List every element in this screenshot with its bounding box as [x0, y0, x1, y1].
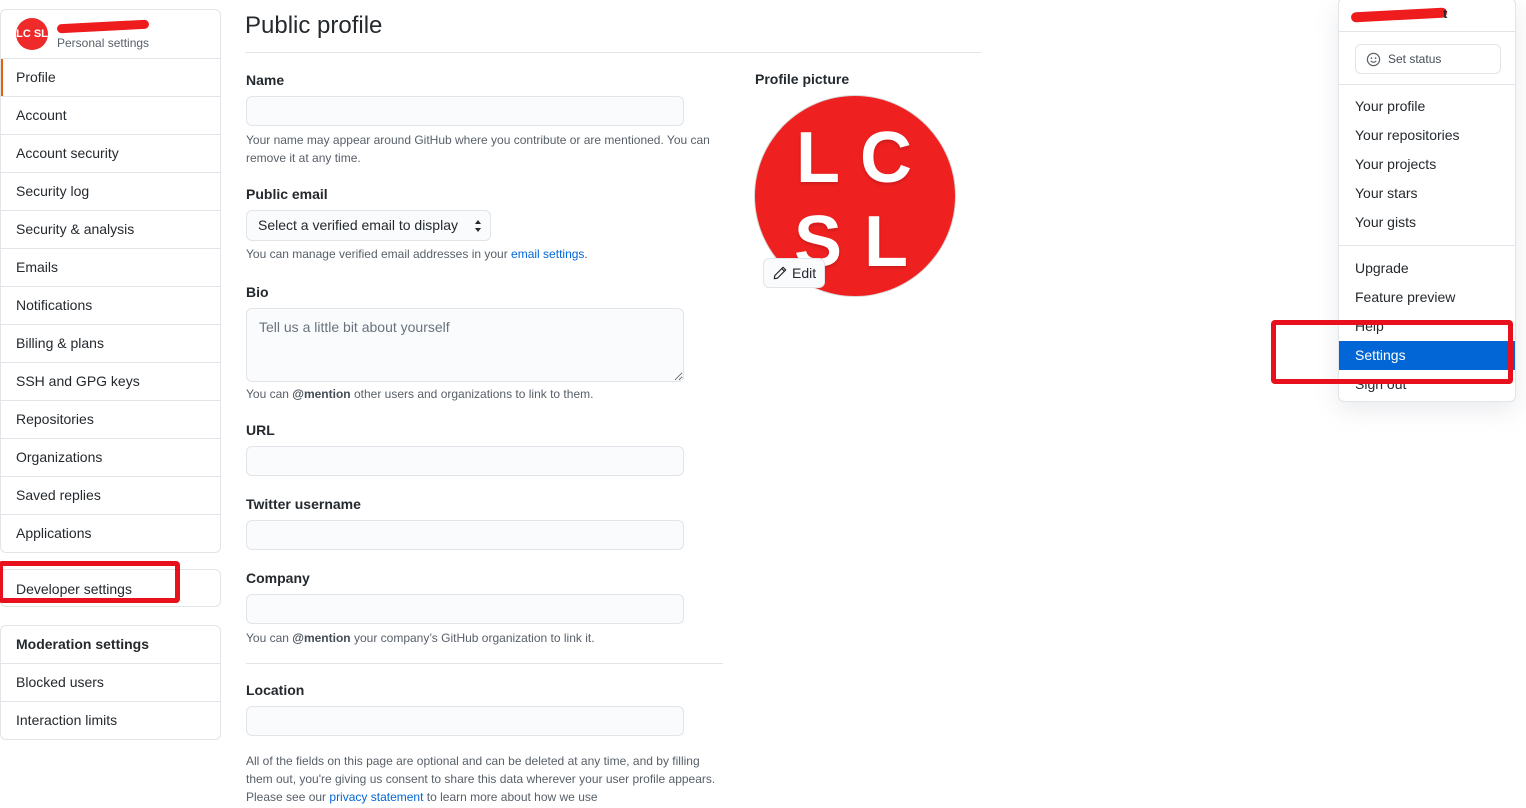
menu-your-gists[interactable]: Your gists	[1339, 208, 1515, 237]
name-input[interactable]	[246, 96, 684, 126]
developer-settings-box: Developer settings	[0, 569, 221, 607]
public-email-note: You can manage verified email addresses …	[246, 245, 588, 263]
email-settings-link[interactable]: email settings	[511, 247, 584, 261]
redacted-username	[1350, 7, 1448, 23]
public-email-note-text: You can manage verified email addresses …	[246, 247, 512, 261]
edit-button-label: Edit	[792, 265, 817, 281]
profile-picture-label: Profile picture	[755, 71, 850, 87]
title-divider	[245, 52, 981, 53]
sidebar-item-notifications[interactable]: Notifications	[1, 287, 220, 325]
pencil-icon	[773, 266, 787, 280]
bio-note-mention: @mention	[292, 387, 351, 401]
sidebar-item-saved-replies[interactable]: Saved replies	[1, 477, 220, 515]
sidebar-item-repositories[interactable]: Repositories	[1, 401, 220, 439]
avatar-letter: L	[796, 118, 840, 198]
smiley-icon	[1366, 52, 1381, 67]
sidebar-item-emails[interactable]: Emails	[1, 249, 220, 287]
sidebar-item-interaction-limits[interactable]: Interaction limits	[1, 702, 220, 739]
redacted-username	[56, 19, 150, 34]
name-label: Name	[246, 72, 285, 88]
privacy-statement-link[interactable]: privacy statement	[329, 790, 423, 804]
company-label: Company	[246, 570, 310, 586]
sidebar-item-billing[interactable]: Billing & plans	[1, 325, 220, 363]
location-input[interactable]	[246, 706, 684, 736]
name-note: Your name may appear around GitHub where…	[246, 133, 710, 165]
moderation-settings-box: Moderation settings Blocked users Intera…	[0, 625, 221, 740]
menu-sign-out[interactable]: Sign out	[1339, 370, 1515, 399]
page-title: Public profile	[245, 12, 383, 39]
company-note-suffix: your company’s GitHub organization to li…	[350, 631, 595, 645]
avatar-letter: C	[860, 118, 912, 198]
dropdown-divider	[1339, 31, 1515, 32]
sidebar-item-blocked-users[interactable]: Blocked users	[1, 664, 220, 702]
twitter-input[interactable]	[246, 520, 684, 550]
avatar-initials: LC SL	[16, 27, 48, 40]
public-email-label: Public email	[246, 186, 328, 202]
section-divider	[246, 663, 723, 664]
dropdown-divider	[1339, 84, 1515, 85]
public-email-note-suffix: .	[584, 247, 588, 261]
twitter-label: Twitter username	[246, 496, 361, 512]
menu-help[interactable]: Help	[1339, 312, 1515, 341]
moderation-heading: Moderation settings	[1, 626, 220, 664]
select-arrows-icon	[475, 220, 481, 232]
bio-note-suffix: other users and organizations to link to…	[350, 387, 594, 401]
bio-textarea[interactable]	[246, 308, 684, 382]
bio-label: Bio	[246, 284, 269, 300]
settings-header: LC SL Personal settings	[1, 10, 220, 59]
dropdown-divider	[1339, 245, 1515, 246]
company-note-text: You can	[246, 631, 293, 645]
sidebar-item-profile[interactable]: Profile	[1, 59, 220, 97]
sidebar-item-security-log[interactable]: Security log	[1, 173, 220, 211]
sidebar-item-applications[interactable]: Applications	[1, 515, 220, 552]
company-note: You can @mention your company’s GitHub o…	[246, 629, 595, 647]
public-email-select[interactable]: Select a verified email to display	[246, 210, 491, 241]
location-label: Location	[246, 682, 305, 698]
sidebar-item-developer-settings[interactable]: Developer settings	[1, 570, 220, 606]
menu-your-stars[interactable]: Your stars	[1339, 179, 1515, 208]
sidebar-item-ssh-gpg-keys[interactable]: SSH and GPG keys	[1, 363, 220, 401]
sidebar-item-account[interactable]: Account	[1, 97, 220, 135]
company-input[interactable]	[246, 594, 684, 624]
footer-note: All of the fields on this page are optio…	[246, 752, 716, 806]
menu-settings[interactable]: Settings	[1339, 341, 1515, 370]
bio-note-text: You can	[246, 387, 293, 401]
company-note-mention: @mention	[292, 631, 351, 645]
menu-your-profile[interactable]: Your profile	[1339, 92, 1515, 121]
set-status-button[interactable]: Set status	[1355, 44, 1501, 74]
dropdown-username-tail: t	[1443, 6, 1448, 21]
public-email-selected: Select a verified email to display	[258, 217, 458, 233]
url-label: URL	[246, 422, 275, 438]
settings-menu: LC SL Personal settings Profile Account …	[0, 9, 221, 553]
menu-upgrade[interactable]: Upgrade	[1339, 254, 1515, 283]
bio-note: You can @mention other users and organiz…	[246, 385, 593, 403]
avatar: LC SL	[16, 18, 48, 50]
avatar-letter: L	[864, 202, 908, 282]
user-dropdown-menu: t Set status Your profile Your repositor…	[1338, 0, 1516, 402]
settings-subtitle: Personal settings	[57, 36, 150, 50]
sidebar-item-organizations[interactable]: Organizations	[1, 439, 220, 477]
footer-note-suffix: to learn more about how we use	[423, 790, 598, 804]
menu-your-projects[interactable]: Your projects	[1339, 150, 1515, 179]
sidebar-item-account-security[interactable]: Account security	[1, 135, 220, 173]
menu-your-repositories[interactable]: Your repositories	[1339, 121, 1515, 150]
set-status-label: Set status	[1388, 52, 1442, 66]
sidebar-item-security-analysis[interactable]: Security & analysis	[1, 211, 220, 249]
edit-profile-picture-button[interactable]: Edit	[763, 258, 825, 288]
menu-feature-preview[interactable]: Feature preview	[1339, 283, 1515, 312]
url-input[interactable]	[246, 446, 684, 476]
